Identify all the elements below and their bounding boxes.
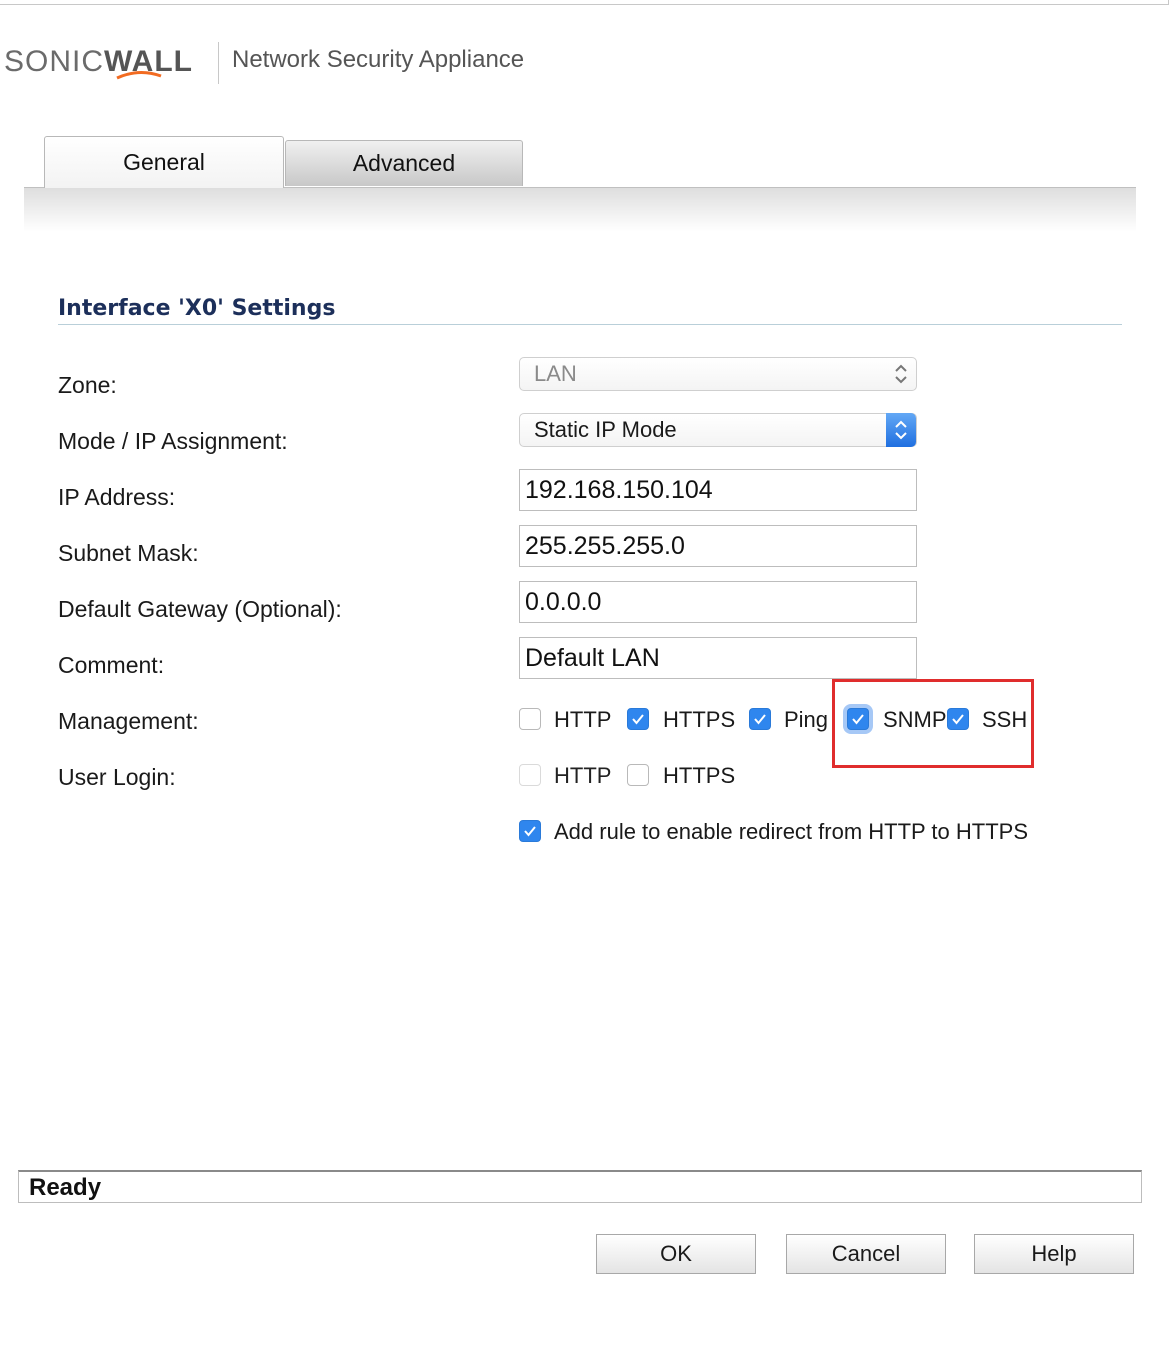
management-ping-label: Ping (784, 707, 829, 732)
management-https-checkbox[interactable] (627, 708, 649, 730)
management-http-checkbox[interactable] (519, 708, 541, 730)
tab-advanced[interactable]: Advanced (285, 140, 523, 186)
logo-swoosh-icon (116, 71, 162, 80)
management-ping-checkbox[interactable] (749, 708, 771, 730)
section-divider (58, 324, 1122, 325)
cancel-button[interactable]: Cancel (786, 1234, 946, 1274)
gateway-field[interactable] (519, 581, 917, 623)
management-label: Management: (58, 708, 199, 734)
subnet-mask-field[interactable] (519, 525, 917, 567)
mode-select[interactable]: Static IP Mode (519, 413, 917, 447)
redirect-label: Add rule to enable redirect from HTTP to… (554, 819, 1028, 844)
subnet-mask-label: Subnet Mask: (58, 540, 199, 566)
annotation-highlight-box (832, 679, 1034, 768)
sonicwall-logo: SONICWALL (4, 42, 193, 82)
logo-wordmark: SONICWALL (4, 45, 193, 78)
zone-label: Zone: (58, 372, 117, 398)
comment-label: Comment: (58, 652, 165, 678)
checkmark-icon (754, 714, 766, 725)
zone-select-value: LAN (534, 361, 577, 386)
user-login-label: User Login: (58, 764, 176, 790)
select-arrows-icon (886, 413, 916, 447)
select-arrows-icon (886, 357, 916, 391)
checkmark-icon (524, 826, 536, 837)
user-login-https-label: HTTPS (663, 763, 736, 788)
user-login-http-checkbox[interactable] (519, 764, 541, 786)
section-title: Interface 'X0' Settings (58, 296, 336, 321)
mode-label: Mode / IP Assignment: (58, 428, 288, 454)
redirect-checkbox[interactable] (519, 820, 541, 842)
zone-select: LAN (519, 357, 917, 391)
checkmark-icon (632, 714, 644, 725)
product-name: Network Security Appliance (232, 46, 525, 73)
ip-address-field[interactable] (519, 469, 917, 511)
status-bar: Ready (18, 1170, 1142, 1203)
management-http-label: HTTP (554, 707, 612, 732)
help-button[interactable]: Help (974, 1234, 1134, 1274)
ip-address-label: IP Address: (58, 484, 176, 510)
status-text: Ready (29, 1174, 102, 1201)
gateway-label: Default Gateway (Optional): (58, 596, 342, 622)
window-top-border (0, 0, 1169, 5)
ok-button[interactable]: OK (596, 1234, 756, 1274)
comment-field[interactable] (519, 637, 917, 679)
tab-bar (24, 187, 1136, 232)
mode-select-value: Static IP Mode (534, 417, 677, 442)
user-login-http-label: HTTP (554, 763, 612, 788)
header-divider (218, 42, 219, 84)
interface-settings-dialog: SONICWALL Network Security Appliance Adv… (0, 0, 1170, 1352)
tab-general[interactable]: General (44, 136, 284, 188)
management-https-label: HTTPS (663, 707, 736, 732)
user-login-https-checkbox[interactable] (627, 764, 649, 786)
